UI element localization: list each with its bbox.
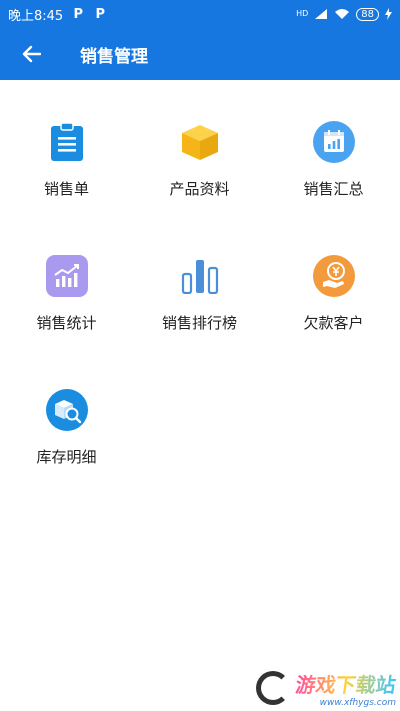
battery-indicator: 88: [356, 7, 379, 21]
hd-label: HD: [296, 9, 309, 18]
tile-label: 销售汇总: [303, 180, 364, 198]
tile-label: 销售统计: [36, 314, 97, 332]
watermark-url: www.xfhygs.com: [319, 697, 396, 708]
arrow-left-icon: [22, 45, 41, 63]
tile-label: 库存明细: [36, 448, 97, 466]
parking-notification-icon: P: [95, 6, 105, 22]
signal-icon: [315, 9, 328, 19]
bar-chart-icon: [181, 260, 218, 294]
tile-debt-customers[interactable]: 欠款客户: [267, 214, 400, 334]
tile-label: 销售单: [43, 180, 89, 198]
trend-chart-icon: [45, 255, 88, 297]
parking-notification-icon: P: [73, 6, 83, 22]
tile-label: 产品资料: [169, 180, 230, 198]
watermark: 游戏下载站 www.xfhygs.com: [196, 667, 398, 709]
watermark-logo-icon: [256, 671, 290, 705]
calendar-chart-icon: [312, 121, 355, 163]
tile-sales-summary[interactable]: 销售汇总: [267, 80, 400, 200]
watermark-text: 游戏下载站: [294, 669, 398, 698]
box-icon: [181, 125, 218, 160]
status-time: 晚上8:45: [8, 8, 64, 24]
tile-product-info[interactable]: 产品资料: [133, 80, 266, 200]
back-button[interactable]: [0, 28, 62, 80]
page-title: 销售管理: [80, 46, 148, 67]
tile-inventory-details[interactable]: 库存明细: [0, 348, 133, 468]
tile-label: 欠款客户: [303, 314, 364, 332]
inventory-search-icon: [45, 389, 88, 431]
tile-sales-ranking[interactable]: 销售排行榜: [133, 214, 266, 334]
status-bar: 晚上8:45 P P HD 88: [0, 0, 400, 28]
tile-sales-order[interactable]: 销售单: [0, 80, 133, 200]
clipboard-list-icon: [50, 122, 83, 161]
charging-icon: [385, 8, 392, 20]
tile-sales-statistics[interactable]: 销售统计: [0, 214, 133, 334]
app-bar: 销售管理: [0, 28, 400, 80]
tile-label: 销售排行榜: [161, 314, 237, 332]
wifi-icon: [335, 9, 350, 19]
yen-hand-icon: [312, 255, 355, 297]
status-indicators: HD 88: [296, 7, 392, 21]
